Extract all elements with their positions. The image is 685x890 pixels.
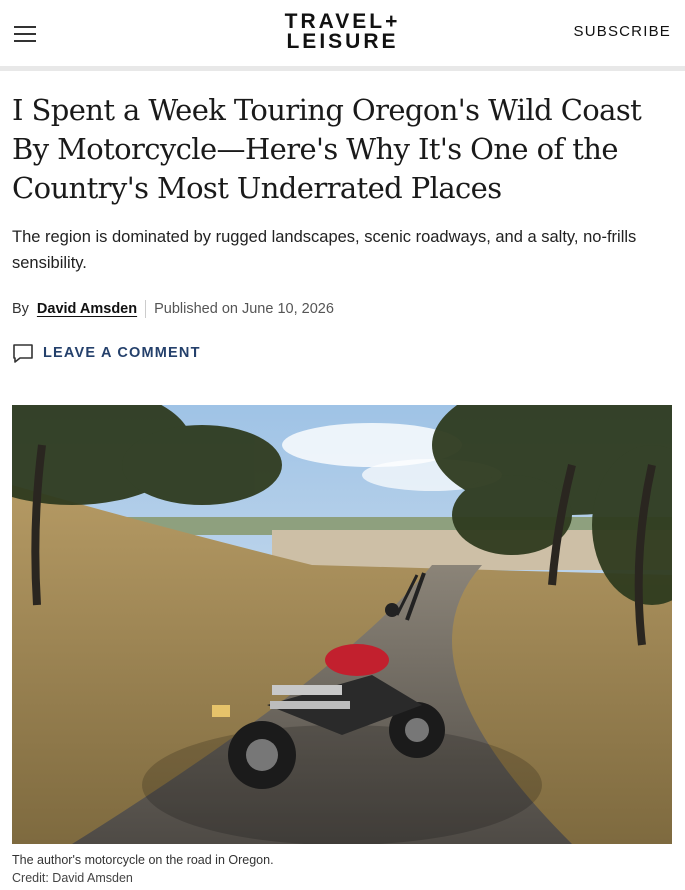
article-headline: I Spent a Week Touring Oregon's Wild Coa… [12, 93, 642, 205]
byline-divider [145, 300, 147, 318]
comment-bubble-icon [13, 344, 33, 363]
hero-image [12, 405, 672, 844]
site-header: TRAVEL+ LEISURE SUBSCRIBE [0, 0, 685, 71]
byline-by-label: By [12, 301, 29, 317]
motorcycle-on-road-photo [12, 405, 672, 844]
author-link[interactable]: David Amsden [37, 301, 137, 317]
subscribe-link[interactable]: SUBSCRIBE [574, 23, 672, 40]
hero-credit: Credit: David Amsden [12, 871, 133, 885]
article-dek: The region is dominated by rugged landsc… [12, 228, 637, 272]
hero-caption: The author's motorcycle on the road in O… [12, 853, 274, 867]
publish-date: Published on June 10, 2026 [154, 301, 334, 317]
leave-comment-button[interactable]: LEAVE A COMMENT [12, 342, 673, 364]
leave-comment-label: LEAVE A COMMENT [43, 345, 201, 361]
byline: By David Amsden Published on June 10, 20… [12, 300, 673, 318]
